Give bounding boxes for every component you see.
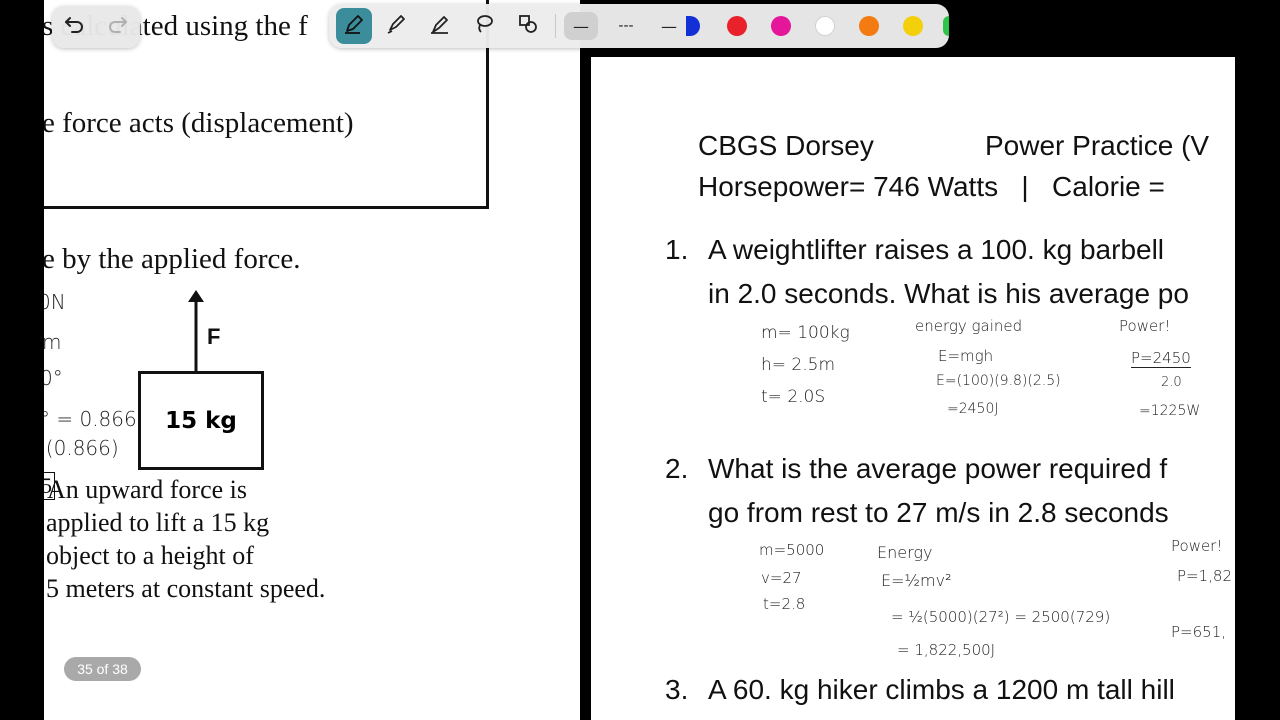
q1-energy-title: energy gained [915, 317, 1023, 335]
q1-power-3: =1225W [1139, 403, 1201, 419]
given-partial-3: 0° [44, 366, 63, 390]
shapes-tool-button[interactable] [513, 11, 543, 41]
force-label: F [207, 324, 221, 349]
q2-given-1: m=5000 [759, 541, 825, 559]
color-swatch-yellow[interactable] [903, 16, 923, 36]
header-line-2: Horsepower= 746 Watts | Calorie = [698, 171, 1165, 202]
q1-power-title: Power! [1119, 317, 1171, 335]
problem-line-4: 5 meters at constant speed. [46, 574, 326, 603]
q3-line-1: A 60. kg hiker climbs a 1200 m tall hill [708, 674, 1175, 705]
q1-given-3: t= 2.0S [761, 387, 826, 407]
highlighter-tool-button[interactable] [381, 11, 411, 41]
left-text-by-force: e by the applied force. [44, 243, 301, 275]
q1-line-2: in 2.0 seconds. What is his average po [708, 278, 1189, 309]
force-arrow [188, 290, 204, 372]
q2-given-2: v=27 [761, 569, 802, 587]
q2-energy-title: Energy [877, 543, 933, 562]
given-partial-5: )(0.866) [44, 436, 119, 460]
color-swatch-white[interactable] [815, 16, 835, 36]
q2-power-1: P=1,82 [1177, 567, 1233, 585]
header-left: CBGS Dorsey [698, 130, 874, 161]
line-style-solid[interactable]: — [564, 12, 598, 40]
q1-given-2: h= 2.5m [761, 355, 836, 375]
q1-energy-1: E=mgh [938, 347, 994, 365]
left-text-force-acts: e force acts (displacement) [44, 107, 354, 139]
problem-line-2: applied to lift a 15 kg [46, 508, 270, 537]
line-style-dashed[interactable]: --- [609, 12, 643, 40]
q2-energy-3: = 1,822,500J [897, 641, 996, 659]
given-partial-4: ° = 0.866 [44, 407, 137, 431]
pen-tool-button[interactable] [336, 8, 372, 44]
q2-number: 2. [665, 453, 689, 484]
pencil-tool-button[interactable] [425, 11, 455, 41]
pencil-icon [428, 12, 452, 41]
lasso-tool-button[interactable] [469, 11, 499, 41]
annotation-toolbar: — --- — [329, 4, 949, 48]
left-document-page: s calculated using the f e force acts (d… [44, 0, 580, 720]
highlighter-icon [384, 12, 408, 41]
problem-line-1: An upward force is [47, 475, 247, 504]
q2-power-title: Power! [1171, 537, 1223, 555]
given-partial-1: 0N [44, 290, 66, 314]
undo-icon[interactable] [62, 13, 86, 42]
q1-energy-2: E=(100)(9.8)(2.5) [936, 373, 1061, 389]
color-swatch-red[interactable] [727, 16, 747, 36]
redo-icon[interactable] [106, 13, 130, 42]
pen-icon [342, 12, 366, 41]
q2-power-2: P=651, [1171, 623, 1227, 641]
shapes-icon [516, 12, 540, 41]
q3-number: 3. [665, 674, 689, 705]
toolbar-divider [555, 14, 556, 38]
q2-line-1: What is the average power required f [708, 453, 1168, 484]
undo-redo-group [52, 6, 140, 48]
page-indicator: 35 of 38 [64, 657, 141, 681]
line-style-thin[interactable]: — [654, 12, 684, 40]
q1-given-1: m= 100kg [761, 323, 850, 343]
color-swatch-green[interactable] [943, 16, 949, 36]
mass-box-label: 15 kg [165, 407, 237, 434]
problem-line-3: object to a height of [46, 541, 254, 570]
color-swatch-orange[interactable] [859, 16, 879, 36]
color-swatch-magenta[interactable] [771, 16, 791, 36]
lasso-icon [472, 12, 496, 41]
q2-energy-2: = ½(5000)(27²) = 2500(729) [891, 608, 1111, 626]
q1-power-1: P=2450 [1131, 349, 1191, 368]
q1-power-2: 2.0 [1161, 375, 1182, 390]
mass-box: 15 kg [138, 371, 264, 470]
q2-given-3: t=2.8 [763, 595, 806, 613]
q1-number: 1. [665, 234, 689, 265]
q2-line-2: go from rest to 27 m/s in 2.8 seconds [708, 497, 1169, 528]
q1-line-1: A weightlifter raises a 100. kg barbell [708, 234, 1165, 265]
q2-energy-1: E=½mv² [881, 571, 952, 590]
color-swatch-blue[interactable] [686, 16, 700, 36]
right-document-page: CBGS Dorsey Power Practice (V Horsepower… [591, 57, 1235, 720]
header-right: Power Practice (V [985, 130, 1210, 161]
given-partial-2: m [44, 330, 62, 354]
q1-energy-3: =2450J [947, 401, 999, 417]
